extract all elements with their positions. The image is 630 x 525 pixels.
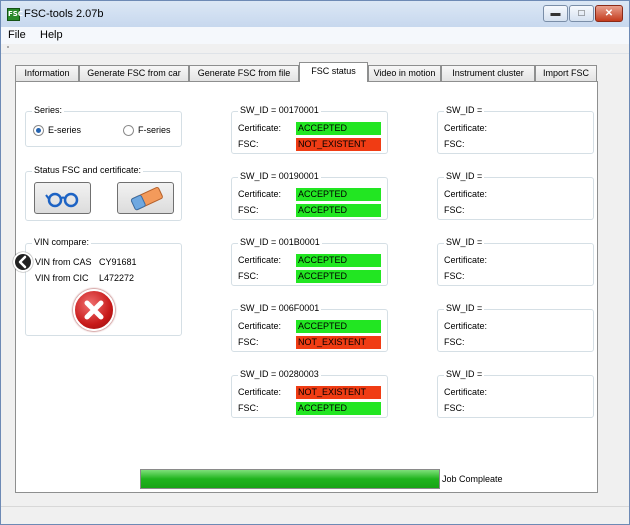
minimize-button[interactable]: ▬	[543, 5, 568, 22]
close-button[interactable]: ✕	[595, 5, 623, 22]
maximize-icon: □	[578, 8, 585, 19]
fsc-label: FSC:	[444, 337, 465, 347]
toolbar-grip	[1, 44, 629, 54]
certificate-label: Certificate:	[444, 123, 488, 133]
sw-group-left: SW_ID = 001B0001 Certificate: ACCEPTED FSC:…	[231, 237, 388, 286]
menu-bar: File Help	[1, 27, 629, 44]
certificate-status: ACCEPTED	[296, 320, 381, 333]
sw-group-right: SW_ID = Certificate: FSC:	[437, 369, 594, 418]
sw-group-left: SW_ID = 00190001 Certificate: ACCEPTED FSC:…	[231, 171, 388, 220]
sw-id-title: SW_ID = 00190001	[238, 171, 321, 181]
erase-button[interactable]	[117, 182, 174, 214]
app-window: FSC FSC-tools 2.07b ▬ □ ✕ File Help Info…	[0, 0, 630, 525]
certificate-label: Certificate:	[238, 123, 282, 133]
sw-id-title: SW_ID = 00170001	[238, 105, 321, 115]
status-fsc-group: Status FSC and certificate:	[25, 165, 182, 221]
status-bar	[1, 506, 629, 524]
eraser-icon	[130, 186, 163, 211]
certificate-label: Certificate:	[444, 321, 488, 331]
certificate-label: Certificate:	[238, 189, 282, 199]
series-group: Series: E-series F-series	[25, 105, 182, 147]
tab-generate-fsc-from-file[interactable]: Generate FSC from file	[189, 65, 299, 81]
certificate-label: Certificate:	[238, 387, 282, 397]
fsc-status: ACCEPTED	[296, 402, 381, 415]
sw-group-right: SW_ID = Certificate: FSC:	[437, 171, 594, 220]
app-icon: FSC	[7, 8, 23, 21]
certificate-label: Certificate:	[238, 255, 282, 265]
sw-group-right: SW_ID = Certificate: FSC:	[437, 105, 594, 154]
sw-id-title: SW_ID =	[444, 237, 485, 247]
minimize-icon: ▬	[550, 8, 561, 19]
maximize-button[interactable]: □	[569, 5, 594, 22]
fsc-status: ACCEPTED	[296, 204, 381, 217]
tab-video-in-motion[interactable]: Video in motion	[368, 65, 441, 81]
sw-group-right: SW_ID = Certificate: FSC:	[437, 237, 594, 286]
vin-cic-label: VIN from CIC	[35, 273, 89, 283]
certificate-label: Certificate:	[444, 255, 488, 265]
fsc-label: FSC:	[444, 205, 465, 215]
vin-cas-value: CY91681	[99, 257, 137, 267]
sw-group-left: SW_ID = 006F0001 Certificate: ACCEPTED FSC:…	[231, 303, 388, 352]
sw-id-title: SW_ID =	[444, 171, 485, 181]
fsc-label: FSC:	[238, 337, 259, 347]
tab-instrument-cluster[interactable]: Instrument cluster	[441, 65, 535, 81]
sw-group-left: SW_ID = 00170001 Certificate: ACCEPTED FSC:…	[231, 105, 388, 154]
read-status-button[interactable]	[34, 182, 91, 214]
fsc-label: FSC:	[238, 139, 259, 149]
radio-e-series-label: E-series	[48, 125, 82, 135]
fsc-status: NOT_EXISTENT	[296, 138, 381, 151]
sw-group-left: SW_ID = 00280003 Certificate: NOT_EXISTENT…	[231, 369, 388, 418]
radio-e-series[interactable]	[33, 125, 44, 136]
sw-id-title: SW_ID = 00280003	[238, 369, 321, 379]
tab-information[interactable]: Information	[15, 65, 79, 81]
tab-import-fsc[interactable]: Import FSC	[535, 65, 597, 81]
fsc-label: FSC:	[238, 403, 259, 413]
vin-compare-title: VIN compare:	[32, 237, 92, 247]
radio-f-series[interactable]	[123, 125, 134, 136]
back-button[interactable]	[13, 252, 33, 272]
menu-file[interactable]: File	[8, 29, 26, 41]
certificate-status: ACCEPTED	[296, 188, 381, 201]
certificate-label: Certificate:	[238, 321, 282, 331]
fsc-label: FSC:	[444, 139, 465, 149]
sw-id-title: SW_ID = 001B0001	[238, 237, 322, 247]
close-icon: ✕	[604, 8, 614, 19]
fsc-label: FSC:	[444, 271, 465, 281]
fsc-label: FSC:	[238, 205, 259, 215]
vin-compare-group: VIN compare: VIN from CAS CY91681 VIN fr…	[25, 237, 182, 336]
sw-id-title: SW_ID =	[444, 369, 485, 379]
job-progress-bar	[140, 469, 440, 489]
tab-generate-fsc-from-car[interactable]: Generate FSC from car	[79, 65, 189, 81]
job-status-text: Job Compleate	[442, 474, 503, 484]
vin-mismatch-icon	[73, 289, 115, 331]
sw-id-title: SW_ID = 006F0001	[238, 303, 322, 313]
vin-cas-label: VIN from CAS	[35, 257, 92, 267]
job-progress-fill	[141, 470, 439, 488]
error-x-icon	[84, 300, 104, 320]
sw-id-title: SW_ID =	[444, 303, 485, 313]
certificate-status: ACCEPTED	[296, 122, 381, 135]
status-fsc-title: Status FSC and certificate:	[32, 165, 144, 175]
series-title: Series:	[32, 105, 65, 115]
certificate-label: Certificate:	[444, 189, 488, 199]
menu-help[interactable]: Help	[40, 29, 63, 41]
fsc-status: NOT_EXISTENT	[296, 336, 381, 349]
vin-cic-value: L472272	[99, 273, 135, 283]
radio-f-series-label: F-series	[138, 125, 171, 135]
fsc-status: ACCEPTED	[296, 270, 381, 283]
glasses-icon	[45, 192, 79, 208]
certificate-status: ACCEPTED	[296, 254, 381, 267]
certificate-status: NOT_EXISTENT	[296, 386, 381, 399]
sw-group-right: SW_ID = Certificate: FSC:	[437, 303, 594, 352]
certificate-label: Certificate:	[444, 387, 488, 397]
title-bar: FSC FSC-tools 2.07b ▬ □ ✕	[1, 1, 629, 27]
sw-id-title: SW_ID =	[444, 105, 485, 115]
fsc-label: FSC:	[444, 403, 465, 413]
chevron-left-icon	[18, 255, 27, 269]
fsc-label: FSC:	[238, 271, 259, 281]
tab-fsc-status[interactable]: FSC status	[299, 62, 368, 82]
window-title: FSC-tools 2.07b	[24, 8, 104, 20]
